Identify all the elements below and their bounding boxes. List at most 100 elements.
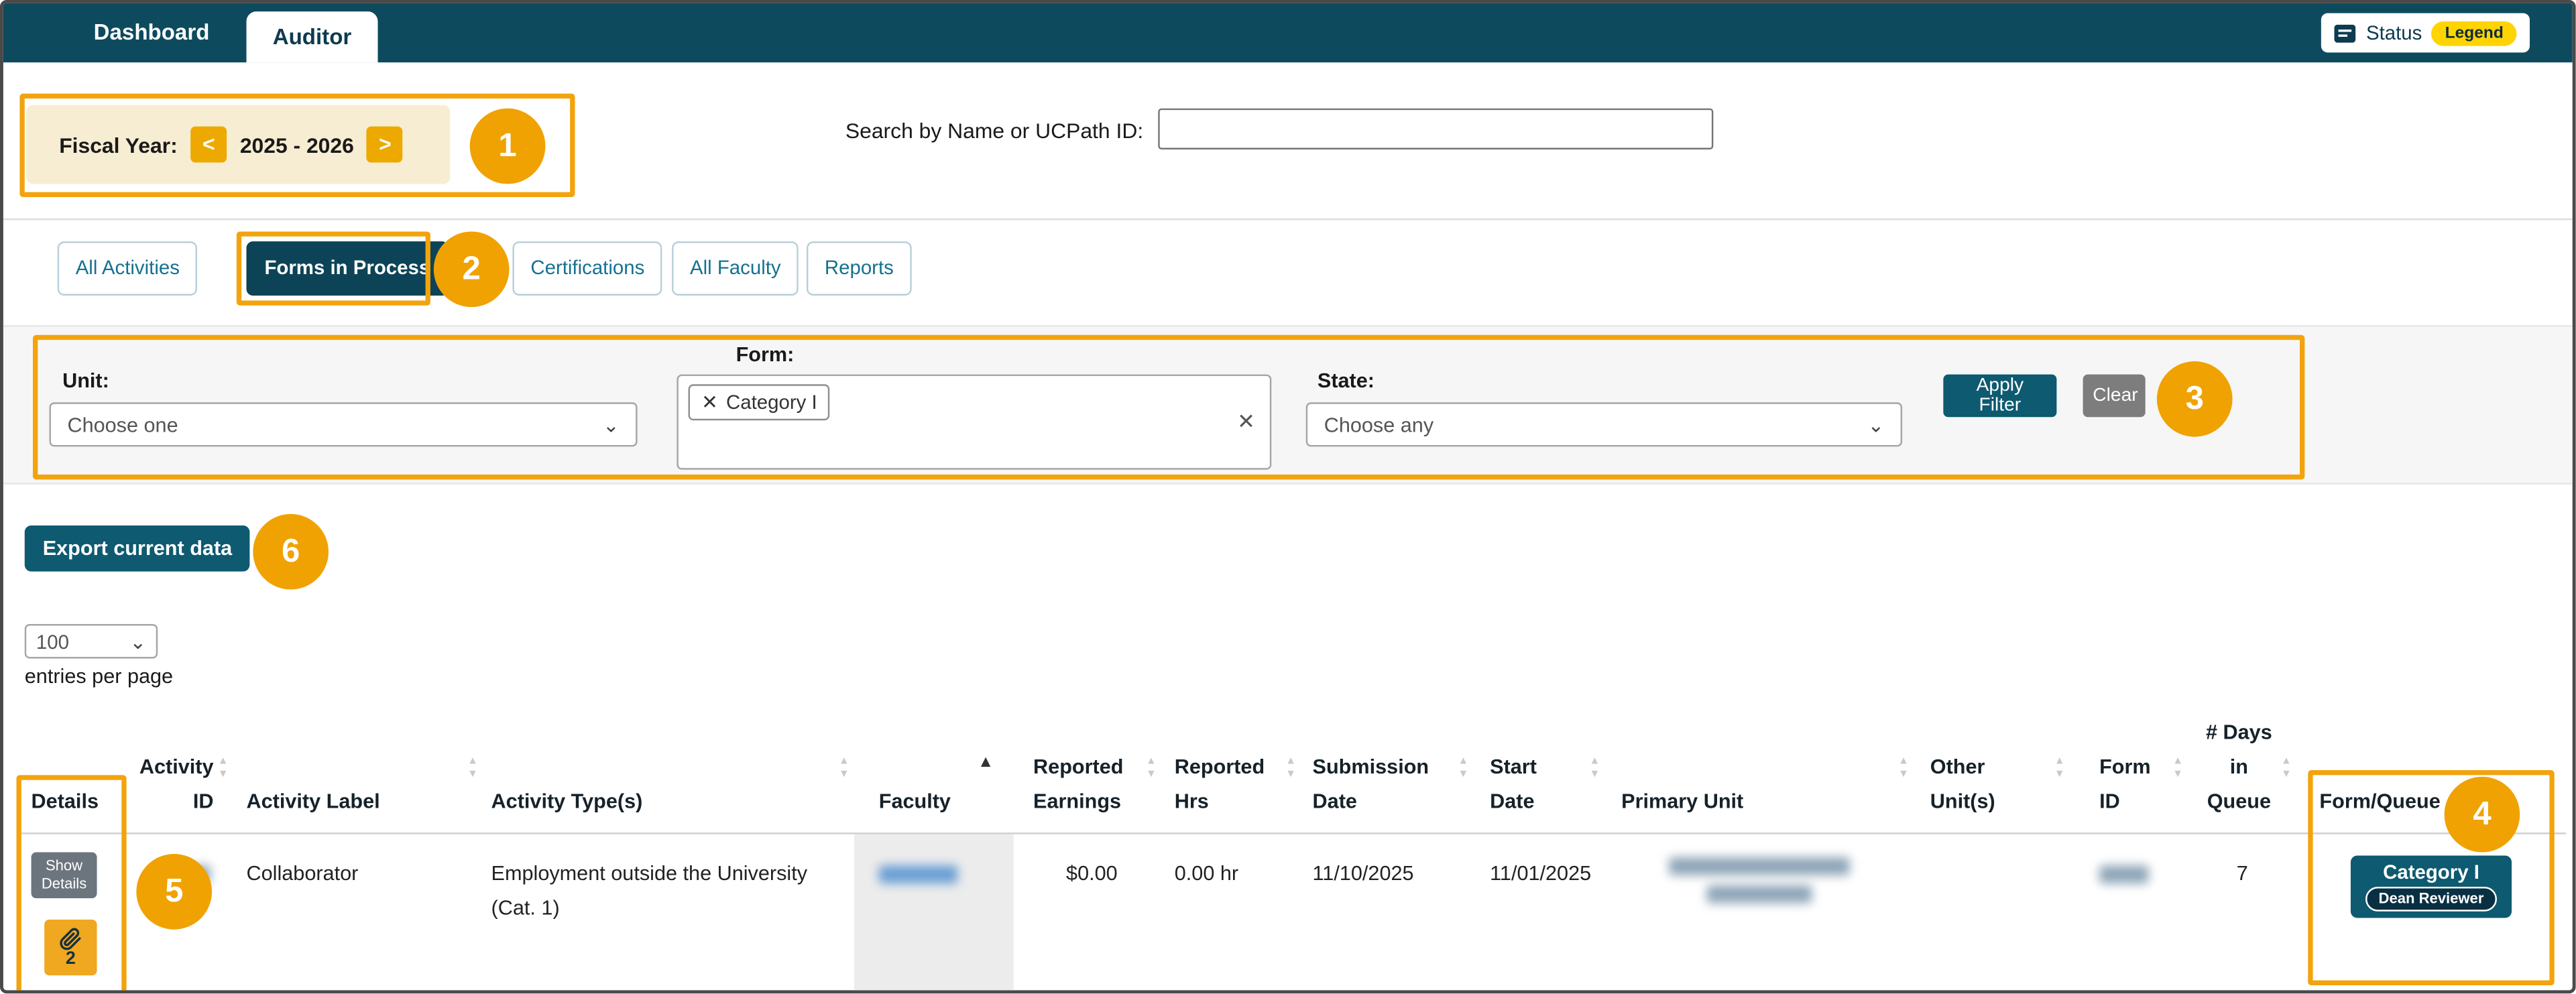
col-header-label: Form/Queue <box>2319 785 2440 819</box>
form-multiselect[interactable]: ✕ Category I ✕ <box>677 375 1271 470</box>
col-header-faculty[interactable]: Faculty ▲ <box>854 721 1014 833</box>
tab-reports[interactable]: Reports <box>807 241 912 296</box>
form-queue-state-badge: Dean Reviewer <box>2365 887 2497 912</box>
forms-table: Details Activity ID▲▼ Activity Label▲▼ A… <box>17 721 2566 994</box>
col-header-label: Submission Date <box>1313 751 1431 820</box>
cell-other-units <box>1914 834 2070 994</box>
legend-icon <box>2335 24 2356 42</box>
col-header-label: Start Date <box>1490 751 1556 820</box>
cell-activity-types: Employment outside the University (Cat. … <box>483 834 854 994</box>
cell-reported-hrs: 0.00 hr <box>1161 834 1301 994</box>
table-header-row: Details Activity ID▲▼ Activity Label▲▼ A… <box>17 721 2566 834</box>
form-selected-tag: ✕ Category I <box>689 384 831 420</box>
cell-form-queue: Category I Dean Reviewer <box>2296 834 2566 994</box>
redacted-faculty-link[interactable] <box>879 866 958 884</box>
fiscal-year-value: 2025 - 2026 <box>240 132 354 157</box>
col-header-start-date[interactable]: Start Date ▲▼ <box>1474 721 1605 833</box>
table-row: Show Details 2 Collaborator Employment o… <box>17 834 2566 994</box>
col-header-label: Activity ID <box>139 751 214 820</box>
chevron-down-icon: ⌄ <box>1867 415 1884 434</box>
nav-auditor-tab[interactable]: Auditor <box>247 11 378 62</box>
tab-all-faculty[interactable]: All Faculty <box>672 241 799 296</box>
sort-icon: ▲▼ <box>1590 757 1600 780</box>
cell-activity-label: Collaborator <box>233 834 483 994</box>
search-label: Search by Name or UCPath ID: <box>845 118 1143 143</box>
sort-ascending-icon: ▲ <box>978 755 994 772</box>
state-filter-label: State: <box>1318 369 1374 392</box>
col-header-form-queue: Form/Queue <box>2296 721 2566 833</box>
col-header-other-units[interactable]: Other Unit(s)▲▼ <box>1914 721 2070 833</box>
cell-submission-date: 11/10/2025 <box>1301 834 1473 994</box>
top-nav-bar: Dashboard Auditor Status Legend <box>3 3 2573 62</box>
paperclip-icon <box>59 927 82 950</box>
sort-icon: ▲▼ <box>2054 757 2065 780</box>
unit-select[interactable]: Choose one ⌄ <box>50 402 638 446</box>
col-header-label: Reported Hrs <box>1175 751 1273 820</box>
col-header-details: Details <box>17 721 132 833</box>
unit-select-value: Choose one <box>67 413 178 436</box>
show-details-button[interactable]: Show Details <box>32 853 97 899</box>
page-size-select[interactable]: 100 ⌄ <box>25 624 158 658</box>
sort-icon: ▲▼ <box>218 757 229 780</box>
legend-badge: Legend <box>2432 21 2516 46</box>
form-queue-button[interactable]: Category I Dean Reviewer <box>2351 855 2512 918</box>
state-select[interactable]: Choose any ⌄ <box>1306 402 1902 446</box>
col-header-form-id[interactable]: Form ID ▲▼ <box>2070 721 2188 833</box>
sort-icon: ▲▼ <box>1285 757 1296 780</box>
tab-all-activities[interactable]: All Activities <box>58 241 198 296</box>
cell-days-in-queue: 7 <box>2188 834 2296 994</box>
col-header-submission-date[interactable]: Submission Date ▲▼ <box>1301 721 1473 833</box>
col-header-label: Activity Label <box>247 785 380 819</box>
col-header-label: Primary Unit <box>1621 785 1743 819</box>
attachment-count: 2 <box>66 950 76 968</box>
col-header-reported-earnings[interactable]: Reported Earnings▲▼ <box>1014 721 1162 833</box>
fiscal-year-prev-button[interactable]: < <box>190 127 227 163</box>
fiscal-year-section: Fiscal Year: < 2025 - 2026 > Search by N… <box>3 62 2573 220</box>
fiscal-year-picker: Fiscal Year: < 2025 - 2026 > <box>26 105 450 184</box>
scale-wrapper: Dashboard Auditor Status Legend Fiscal Y… <box>0 0 2576 993</box>
fiscal-year-label: Fiscal Year: <box>59 132 178 157</box>
cell-faculty <box>854 834 1014 994</box>
callout-circle-6: 6 <box>253 514 329 590</box>
attachments-button[interactable]: 2 <box>44 920 97 975</box>
form-filter-label: Form: <box>736 343 795 366</box>
cell-details: Show Details 2 <box>17 834 132 994</box>
export-current-data-button[interactable]: Export current data <box>25 525 250 572</box>
tab-forms-in-process[interactable]: Forms in Process <box>247 241 449 296</box>
page-size-value: 100 <box>36 630 69 653</box>
nav-dashboard-link[interactable]: Dashboard <box>94 3 210 62</box>
status-label: Status <box>2366 21 2422 44</box>
remove-tag-icon[interactable]: ✕ <box>701 391 718 414</box>
clear-form-select-icon[interactable]: ✕ <box>1237 409 1255 435</box>
chevron-down-icon: ⌄ <box>129 631 146 651</box>
unit-filter-label: Unit: <box>62 369 109 392</box>
state-select-value: Choose any <box>1324 413 1433 436</box>
col-header-activity-id[interactable]: Activity ID▲▼ <box>131 721 233 833</box>
col-header-activity-types[interactable]: Activity Type(s) ▲▼ <box>483 721 854 833</box>
clear-filter-button[interactable]: Clear <box>2083 375 2146 418</box>
chevron-down-icon: ⌄ <box>603 415 620 434</box>
search-input[interactable] <box>1158 109 1713 149</box>
col-header-activity-label[interactable]: Activity Label▲▼ <box>233 721 483 833</box>
sort-icon: ▲▼ <box>1458 757 1469 780</box>
col-header-reported-hrs[interactable]: Reported Hrs ▲▼ <box>1161 721 1301 833</box>
section-tabs: All Activities Forms in Process Certific… <box>3 238 2573 312</box>
tab-certifications[interactable]: Certifications <box>512 241 662 296</box>
col-header-label: Activity Type(s) <box>491 785 643 819</box>
redacted-primary-unit-line2 <box>1707 885 1812 904</box>
sort-icon: ▲▼ <box>839 757 850 780</box>
form-queue-label: Category I <box>2383 862 2479 883</box>
col-header-label: Faculty <box>879 785 951 819</box>
apply-filter-button[interactable]: Apply Filter <box>1943 375 2056 418</box>
sort-icon: ▲▼ <box>1898 757 1909 780</box>
sort-icon: ▲▼ <box>2172 757 2183 780</box>
entries-per-page-label: entries per page <box>25 665 173 688</box>
status-legend-button[interactable]: Status Legend <box>2322 13 2530 53</box>
col-header-label: Details <box>32 785 99 819</box>
fiscal-year-next-button[interactable]: > <box>367 127 403 163</box>
redacted-form-id <box>2099 866 2149 884</box>
col-header-days-in-queue[interactable]: # Days in Queue▲▼ <box>2188 721 2296 833</box>
cell-reported-earnings: $0.00 <box>1014 834 1162 994</box>
col-header-label: Form ID <box>2099 751 2155 820</box>
col-header-primary-unit[interactable]: Primary Unit ▲▼ <box>1605 721 1914 833</box>
